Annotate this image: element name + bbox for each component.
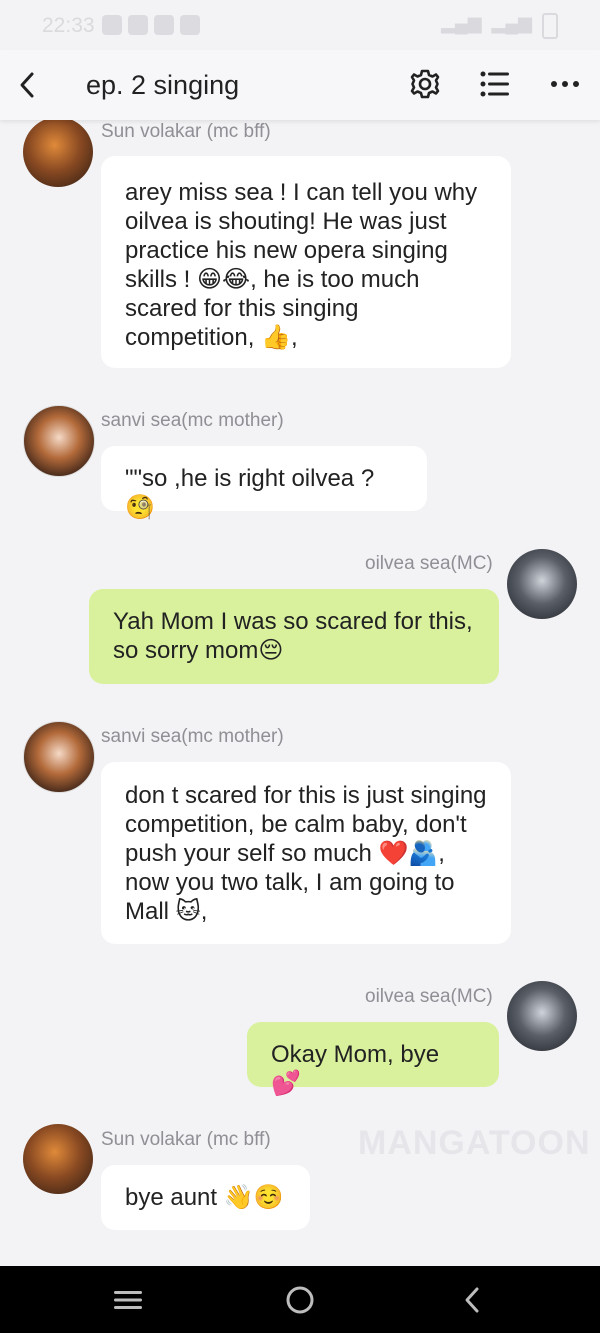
- message-bubble: arey miss sea ! I can tell you why oilve…: [101, 156, 511, 368]
- back-chevron-icon: [465, 1287, 479, 1313]
- sender-name: Sun volakar (mc bff): [101, 121, 271, 142]
- message-bubble: Yah Mom I was so scared for this, so sor…: [89, 589, 499, 684]
- notification-icon: [180, 15, 200, 35]
- episode-list-button[interactable]: [477, 66, 513, 102]
- sender-name: sanvi sea(mc mother): [101, 726, 284, 747]
- message-bubble: don t scared for this is just singing co…: [101, 762, 511, 944]
- list-icon: [480, 71, 509, 97]
- message-bubble: bye aunt 👋☺️: [101, 1165, 310, 1230]
- app-bar: ep. 2 singing: [0, 50, 600, 120]
- message-bubble: ""so ,he is right oilvea ?🧐: [101, 446, 427, 521]
- signal-icon: ▂▄▆: [441, 13, 482, 33]
- notification-icons: [102, 15, 200, 35]
- avatar[interactable]: [507, 549, 577, 619]
- menu-icon: [114, 1291, 142, 1309]
- battery-icon: [542, 13, 558, 39]
- recent-apps-button[interactable]: [108, 1282, 148, 1318]
- system-icons: ▂▄▆ ▂▄▆: [441, 13, 558, 39]
- status-time: 22:33: [42, 14, 95, 37]
- gear-icon: [410, 69, 440, 99]
- system-nav-bar: [0, 1266, 600, 1333]
- watermark: MANGATOON: [358, 1124, 591, 1162]
- message-bubble: Okay Mom, bye 💕: [247, 1022, 499, 1097]
- more-icon: [551, 81, 579, 87]
- page-title: ep. 2 singing: [86, 70, 240, 100]
- notification-icon: [154, 15, 174, 35]
- avatar[interactable]: [23, 405, 95, 477]
- back-arrow-icon: [20, 72, 34, 98]
- sender-name: Sun volakar (mc bff): [101, 1129, 271, 1150]
- notification-icon: [128, 15, 148, 35]
- back-button[interactable]: [10, 62, 50, 106]
- avatar[interactable]: [23, 1124, 93, 1194]
- avatar[interactable]: [507, 981, 577, 1051]
- status-bar: 22:33 ▂▄▆ ▂▄▆: [0, 0, 600, 50]
- home-button[interactable]: [280, 1282, 320, 1318]
- settings-button[interactable]: [407, 66, 443, 102]
- system-back-button[interactable]: [452, 1282, 492, 1318]
- sender-name: oilvea sea(MC): [365, 986, 493, 1007]
- sender-name: sanvi sea(mc mother): [101, 410, 284, 431]
- avatar[interactable]: [23, 117, 93, 187]
- sender-name: oilvea sea(MC): [365, 553, 493, 574]
- signal-icon: ▂▄▆: [491, 13, 532, 33]
- avatar[interactable]: [23, 721, 95, 793]
- more-options-button[interactable]: [547, 66, 583, 102]
- notification-icon: [102, 15, 122, 35]
- home-circle-icon: [286, 1286, 314, 1314]
